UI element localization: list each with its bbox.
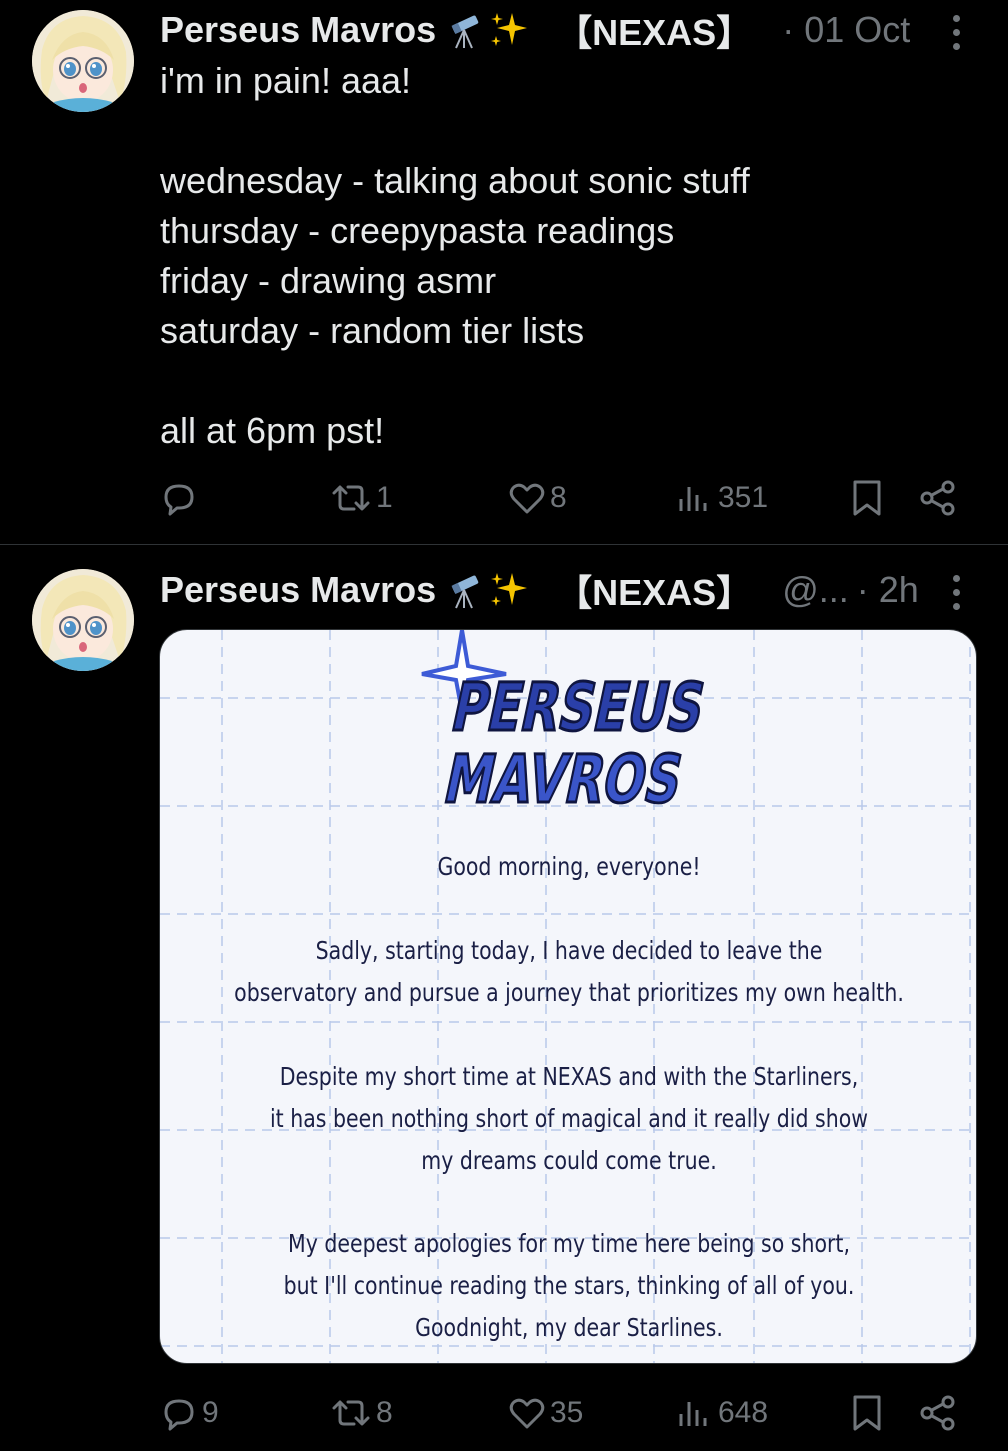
analytics-icon (679, 1402, 707, 1426)
sparkles-icon (488, 569, 530, 611)
tweet-timestamp[interactable]: · 2h (857, 569, 919, 611)
tweet-actions: 9 8 35 648 (0, 1388, 1008, 1438)
repost-count: 1 (376, 481, 393, 514)
repost-button[interactable]: 1 (330, 473, 393, 523)
tweet[interactable]: Perseus Mavros 【NEXAS】 · 01 Oct i'm in p… (0, 0, 1008, 544)
avatar[interactable] (32, 10, 134, 112)
author-org: 【NEXAS】 (556, 572, 753, 613)
logo-line1: PERSEUS (445, 669, 711, 746)
tweet-header: Perseus Mavros 【NEXAS】 · 01 Oct (160, 8, 910, 53)
sparkles-icon (488, 9, 530, 51)
card-greeting: Good morning, everyone! (437, 852, 701, 881)
reply-count: 9 (202, 1396, 219, 1429)
card-paragraph: Despite my short time at NEXAS and with … (269, 1062, 869, 1175)
author-name[interactable]: Perseus Mavros (160, 9, 436, 51)
reply-button[interactable]: 9 (160, 1388, 219, 1438)
tweet-image[interactable]: PERSEUS MAVROS Good morning, everyone! S… (159, 629, 977, 1364)
telescope-icon (446, 10, 486, 50)
share-button[interactable] (918, 1388, 958, 1438)
share-icon (920, 480, 955, 516)
tweet-actions: 1 8 351 (0, 473, 1008, 523)
author-handle[interactable]: @... (782, 569, 849, 611)
tweet-header: Perseus Mavros 【NEXAS】 @... · 2h (160, 568, 919, 613)
reply-icon (164, 484, 194, 516)
repost-count: 8 (376, 1396, 393, 1429)
share-icon (920, 1395, 955, 1431)
logo: PERSEUS MAVROS (421, 630, 713, 819)
repost-button[interactable]: 8 (330, 1388, 393, 1438)
card-paragraph: My deepest apologies for my time here be… (283, 1229, 855, 1342)
heart-icon (509, 483, 545, 514)
like-count: 8 (550, 481, 567, 514)
repost-icon (332, 1400, 370, 1426)
more-options-icon[interactable] (936, 570, 976, 614)
avatar[interactable] (32, 569, 134, 671)
tweet-timestamp[interactable]: · 01 Oct (782, 9, 910, 51)
share-button[interactable] (918, 473, 958, 523)
bookmark-icon (853, 1395, 881, 1431)
heart-icon (509, 1398, 545, 1429)
bookmark-icon (853, 480, 881, 516)
view-count: 351 (718, 481, 769, 514)
logo-line2: MAVROS (438, 741, 689, 818)
bookmark-button[interactable] (850, 473, 884, 523)
bookmark-button[interactable] (850, 1388, 884, 1438)
analytics-icon (679, 487, 707, 511)
tweet[interactable]: Perseus Mavros 【NEXAS】 @... · 2h PERSEUS… (0, 545, 1008, 1451)
like-button[interactable]: 35 (508, 1388, 583, 1438)
telescope-icon (446, 570, 486, 610)
author-org: 【NEXAS】 (556, 12, 753, 53)
reply-icon (164, 1399, 194, 1431)
card-paragraph: Sadly, starting today, I have decided to… (234, 936, 904, 1007)
tweet-text: i'm in pain! aaa! wednesday - talking ab… (160, 60, 750, 451)
view-count: 648 (718, 1396, 769, 1429)
repost-icon (332, 485, 370, 511)
like-button[interactable]: 8 (508, 473, 567, 523)
views-button[interactable]: 351 (676, 473, 768, 523)
like-count: 35 (550, 1396, 584, 1429)
author-name[interactable]: Perseus Mavros (160, 569, 436, 611)
views-button[interactable]: 648 (676, 1388, 768, 1438)
more-options-icon[interactable] (936, 10, 976, 54)
reply-button[interactable] (160, 473, 202, 523)
